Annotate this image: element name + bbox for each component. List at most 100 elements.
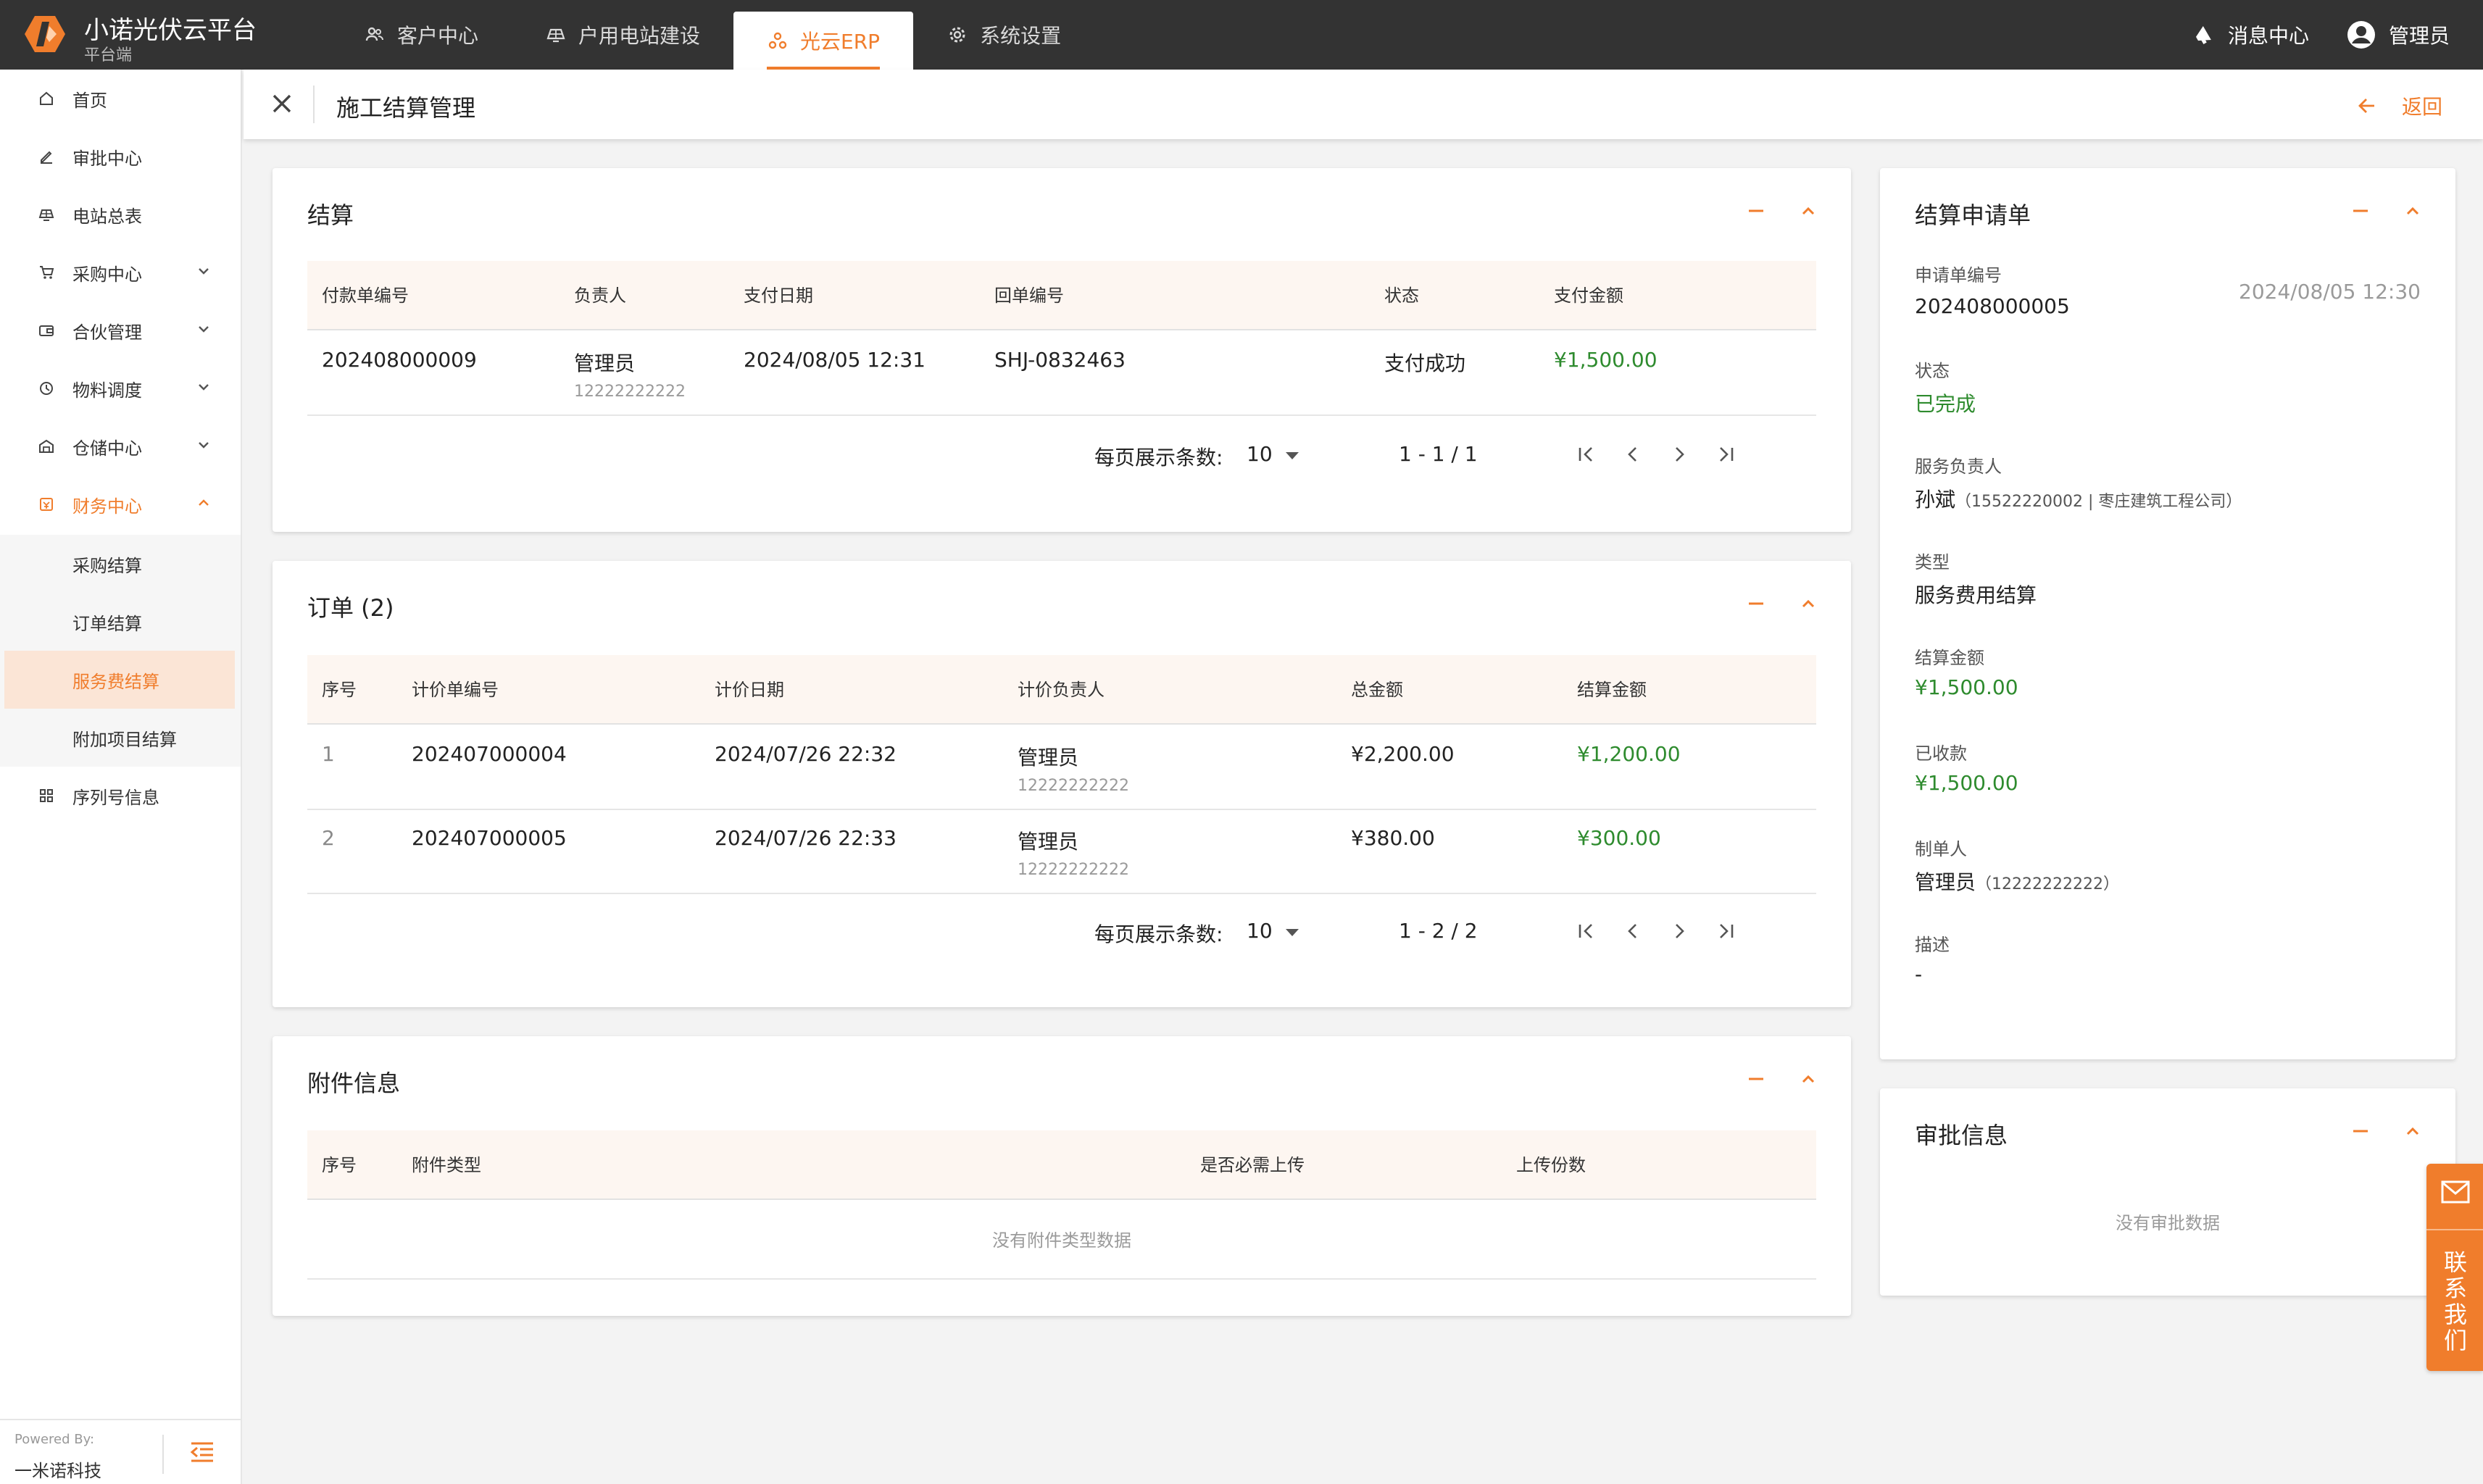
- minimize-icon[interactable]: [1745, 593, 1767, 614]
- sidebar-item-plant-list[interactable]: 电站总表: [0, 186, 241, 243]
- sidebar-item-finance[interactable]: 财务中心: [0, 475, 241, 533]
- gear-icon: [947, 24, 968, 46]
- sidebar-subitem-service-fee-settlement[interactable]: 服务费结算: [4, 651, 235, 709]
- caret-down-icon[interactable]: [1284, 451, 1300, 461]
- page-header: 施工结算管理 返回: [244, 70, 2483, 139]
- chevron-up-icon[interactable]: [1797, 1068, 1819, 1090]
- brand-subtitle: 平台端: [84, 46, 133, 64]
- chevron-down-icon: [199, 442, 209, 449]
- column-header: 附件类型: [412, 1155, 481, 1175]
- contact-us-button[interactable]: 联系我们: [2426, 1164, 2483, 1371]
- application-number-label: 申请单编号: [1915, 265, 2002, 285]
- back-button[interactable]: 返回: [2357, 91, 2442, 120]
- chevron-up-icon[interactable]: [1797, 593, 1819, 614]
- description-label: 描述: [1915, 935, 1950, 955]
- receipt-number: SHJ-0832463: [994, 348, 1126, 372]
- sidebar-item-approval[interactable]: 审批中心: [0, 128, 241, 186]
- top-bar: 小诺光伏云平台 平台端 客户中心 户用电站建设 光云ERP 系统设置 消息中心 …: [0, 0, 2483, 70]
- brand-title: 小诺光伏云平台: [84, 16, 257, 45]
- sidebar-item-purchase[interactable]: 采购中心: [0, 243, 241, 301]
- card-controls: [1715, 593, 1819, 614]
- column-header: 上传份数: [1516, 1155, 1586, 1175]
- table-row[interactable]: 1 202407000004 2024/07/26 22:32 管理员 1222…: [307, 726, 1816, 810]
- wallet-icon: [36, 320, 57, 341]
- type-value: 服务费用结算: [1915, 583, 2037, 607]
- last-page-icon[interactable]: [1715, 920, 1737, 942]
- pagination: 每页展示条数: 10 1 - 2 / 2: [1094, 919, 1819, 948]
- minimize-icon[interactable]: [2350, 200, 2371, 222]
- sidebar-item-label: 审批中心: [72, 148, 142, 169]
- sidebar-item-label: 合伙管理: [72, 322, 142, 343]
- first-page-icon[interactable]: [1576, 920, 1597, 942]
- user-menu-button[interactable]: 管理员: [2347, 20, 2450, 49]
- nav-system-settings[interactable]: 系统设置: [913, 0, 1094, 70]
- card-controls: [1715, 200, 1819, 222]
- table-row[interactable]: 2 202407000005 2024/07/26 22:33 管理员 1222…: [307, 810, 1816, 894]
- card-controls: [2319, 1120, 2424, 1142]
- users-icon: [364, 24, 386, 46]
- page-range: 1 - 2 / 2: [1399, 919, 1478, 943]
- column-header: 序号: [322, 1155, 357, 1175]
- payment-amount: ¥1,500.00: [1554, 348, 1658, 372]
- nav-household-plant[interactable]: 户用电站建设: [512, 0, 733, 70]
- description-value: -: [1915, 962, 1923, 986]
- footer-divider: [162, 1435, 164, 1474]
- sidebar-item-partner[interactable]: 合伙管理: [0, 301, 241, 359]
- page-size-select[interactable]: 10: [1247, 919, 1273, 943]
- close-icon[interactable]: [270, 91, 294, 116]
- avatar-icon: [2347, 21, 2375, 49]
- arrow-left-icon: [2358, 99, 2374, 113]
- total-amount: ¥2,200.00: [1351, 742, 1455, 766]
- received-label: 已收款: [1915, 743, 1967, 764]
- minimize-icon[interactable]: [2350, 1120, 2371, 1142]
- settlement-card: 结算 付款单编号 负责人 支付日期 回单编号 状态 支付金额 202408000…: [273, 168, 1851, 532]
- first-page-icon[interactable]: [1576, 443, 1597, 465]
- cluster-icon: [767, 30, 789, 51]
- next-page-icon[interactable]: [1668, 920, 1690, 942]
- settlement-table-header: 付款单编号 负责人 支付日期 回单编号 状态 支付金额: [307, 261, 1816, 330]
- prev-page-icon[interactable]: [1622, 443, 1644, 465]
- column-header: 计价单编号: [412, 680, 499, 700]
- sidebar-item-label: 首页: [72, 90, 107, 111]
- solar-panel-icon: [36, 204, 57, 225]
- chevron-up-icon[interactable]: [2402, 200, 2424, 222]
- sidebar-item-serial-number[interactable]: 序列号信息: [0, 767, 241, 825]
- nav-label: 户用电站建设: [578, 24, 701, 48]
- message-center-button[interactable]: 消息中心: [2193, 20, 2309, 49]
- settlement-amount: ¥1,200.00: [1577, 742, 1681, 766]
- payment-date: 2024/08/05 12:31: [744, 348, 926, 372]
- chevron-down-icon: [199, 384, 209, 391]
- user-name: 管理员: [2388, 24, 2450, 48]
- chevron-up-icon[interactable]: [2402, 1120, 2424, 1142]
- caret-down-icon[interactable]: [1284, 928, 1300, 938]
- minimize-icon[interactable]: [1745, 1068, 1767, 1090]
- payment-status: 支付成功: [1384, 351, 1466, 375]
- sidebar-item-warehouse[interactable]: 仓储中心: [0, 417, 241, 475]
- table-row[interactable]: 202408000009 管理员 12222222222 2024/08/05 …: [307, 332, 1816, 416]
- column-header: 回单编号: [994, 285, 1064, 306]
- empty-state: 没有附件类型数据: [307, 1201, 1816, 1280]
- sidebar-subitem-extra-settlement[interactable]: 附加项目结算: [0, 709, 241, 767]
- chevron-up-icon[interactable]: [1797, 200, 1819, 222]
- finance-icon: [36, 494, 57, 514]
- orders-table-header: 序号 计价单编号 计价日期 计价负责人 总金额 结算金额: [307, 655, 1816, 725]
- nav-label: 客户中心: [397, 24, 479, 48]
- sidebar-subitem-order-settlement[interactable]: 订单结算: [0, 593, 241, 651]
- settlement-amount: ¥300.00: [1577, 826, 1661, 850]
- settlement-application-card: 结算申请单 申请单编号 202408000005 2024/08/05 12:3…: [1880, 168, 2455, 1059]
- nav-guangyun-erp[interactable]: 光云ERP: [733, 12, 914, 70]
- nav-customer-center[interactable]: 客户中心: [330, 0, 512, 70]
- minimize-icon[interactable]: [1745, 200, 1767, 222]
- prev-page-icon[interactable]: [1622, 920, 1644, 942]
- sidebar-subitem-purchase-settlement[interactable]: 采购结算: [0, 535, 241, 593]
- maker: 管理员（12222222222）: [1915, 867, 2119, 896]
- sidebar-item-material[interactable]: 物料调度: [0, 359, 241, 417]
- owner-phone: 12222222222: [574, 383, 686, 401]
- collapse-menu-icon[interactable]: [188, 1439, 216, 1467]
- sidebar-item-home[interactable]: 首页: [0, 70, 241, 128]
- next-page-icon[interactable]: [1668, 443, 1690, 465]
- last-page-icon[interactable]: [1715, 443, 1737, 465]
- page-size-select[interactable]: 10: [1247, 442, 1273, 466]
- dispatch-icon: [36, 378, 57, 399]
- amount-label: 结算金额: [1915, 648, 1984, 668]
